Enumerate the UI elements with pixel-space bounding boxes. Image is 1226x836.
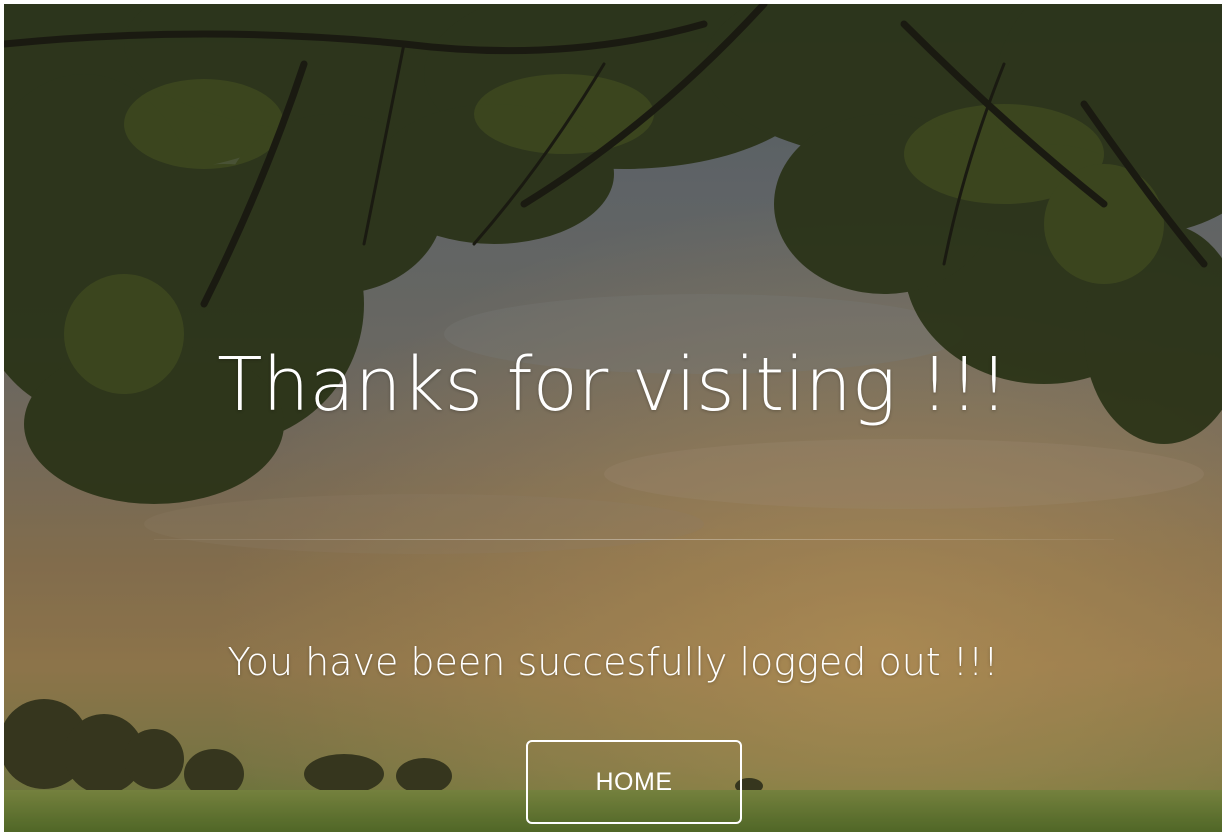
thanks-headline: Thanks for visiting !!!	[217, 342, 1009, 428]
logout-message: You have been succesfully logged out !!!	[227, 640, 999, 684]
hero-section: Thanks for visiting !!! You have been su…	[4, 4, 1222, 832]
divider-line	[154, 539, 1114, 540]
home-button[interactable]: HOME	[526, 740, 742, 824]
